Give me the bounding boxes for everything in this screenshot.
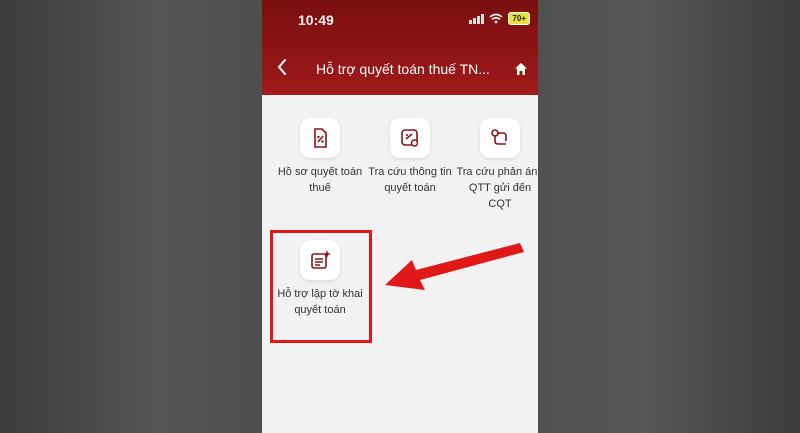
annotation-arrow [385, 243, 524, 290]
